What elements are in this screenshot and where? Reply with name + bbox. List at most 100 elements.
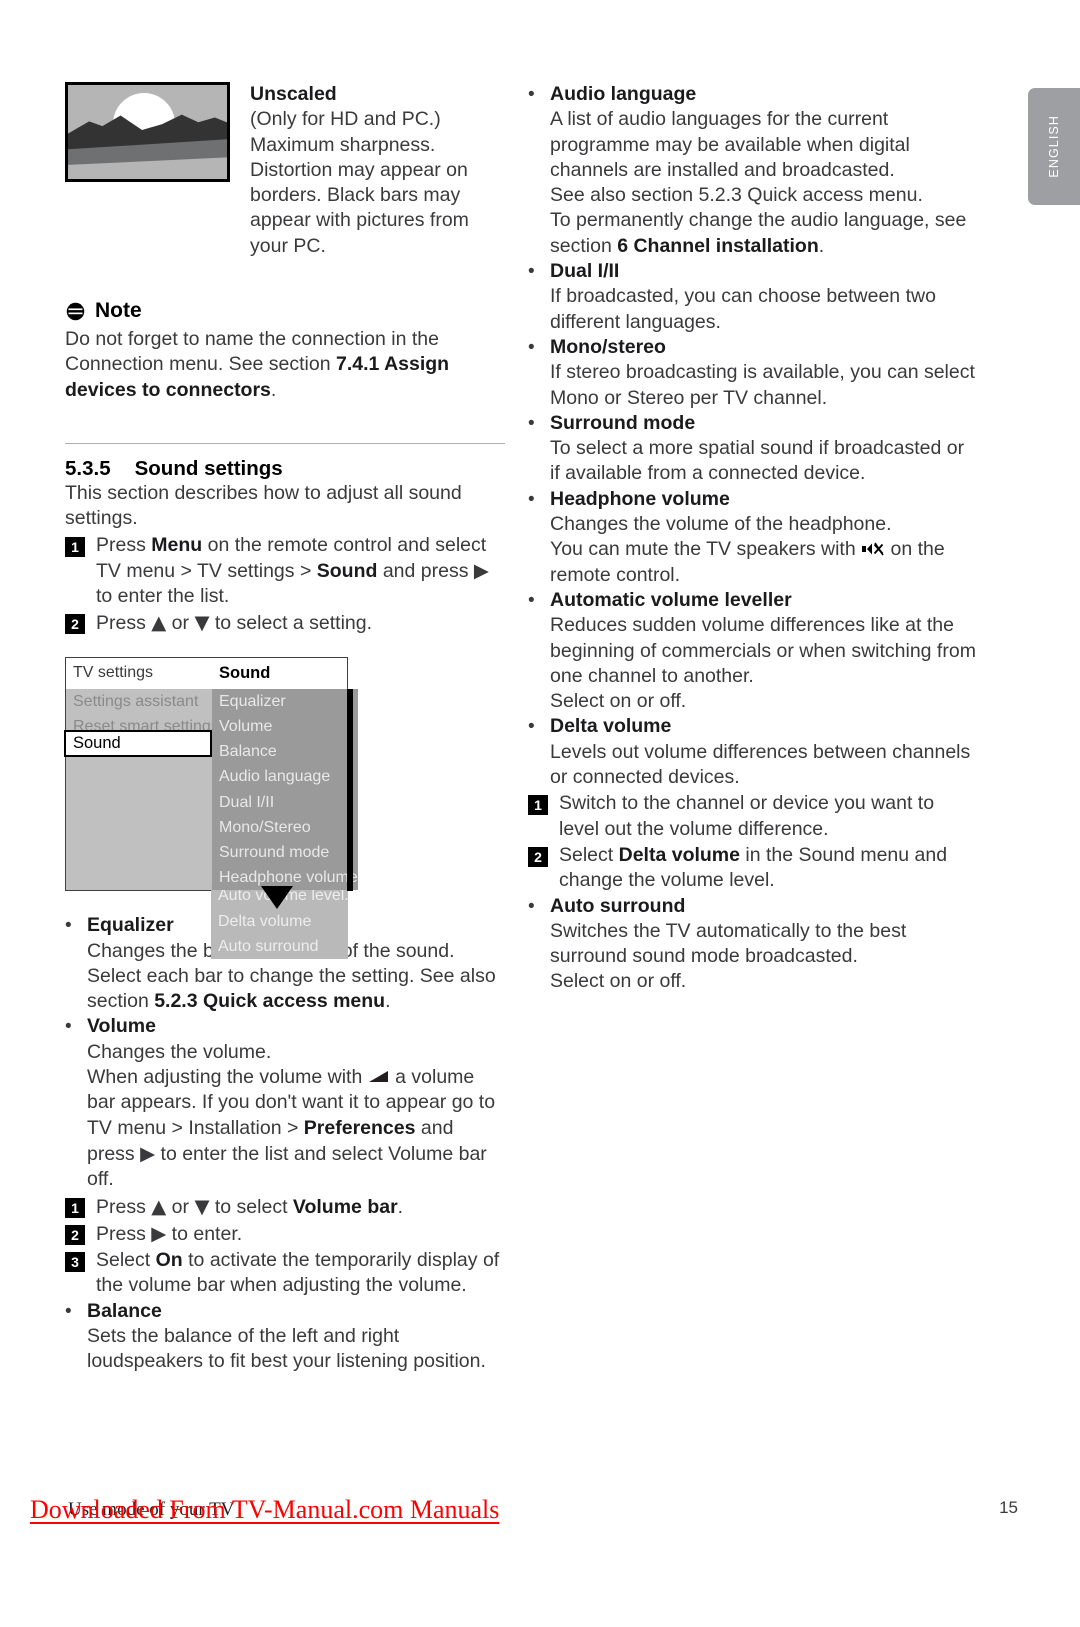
menu-selected-item-sound[interactable]: Sound: [64, 729, 212, 757]
bullet-body: Dual I/II If broadcasted, you can choose…: [550, 259, 978, 335]
step-text-bold-sound: Sound: [316, 559, 378, 582]
tv-settings-menu-mock: x x x x x x x x x Auto volume level... D…: [64, 656, 358, 959]
bullet-text-1: Reduces sudden volume differences like a…: [550, 614, 976, 687]
menu-item-equalizer[interactable]: Equalizer: [212, 688, 358, 714]
bullet-body: Surround mode To select a more spatial s…: [550, 411, 978, 487]
bullet-text: To select a more spatial sound if broadc…: [550, 437, 965, 485]
section-number: 5.3.5: [65, 456, 111, 480]
bullet-text-2: You can mute the TV speakers with on the…: [550, 537, 978, 588]
bullet-body: Audio language A list of audio languages…: [550, 82, 978, 259]
bullet-text-1: Changes the volume of the headphone.: [550, 513, 892, 536]
bullet-body: Delta volume Levels out volume differenc…: [550, 714, 978, 790]
bullet-mono-stereo: • Mono/stereo If stereo broadcasting is …: [528, 335, 978, 411]
bullet-balance: • Balance Sets the balance of the left a…: [65, 1299, 505, 1375]
bullet-text: Levels out volume differences between ch…: [550, 740, 971, 789]
section-divider: [65, 442, 505, 444]
figure-line-5: your PC.: [250, 234, 326, 257]
menu-left-blank-row: [66, 789, 212, 815]
bullet-body: Mono/stereo If stereo broadcasting is av…: [550, 335, 978, 411]
step-text-bold-menu: Menu: [151, 533, 203, 556]
step-text: Select Delta volume in the Sound menu an…: [559, 843, 978, 894]
bullet-body: Headphone volume Changes the volume of t…: [550, 487, 978, 588]
bullet-delta-volume: • Delta volume Levels out volume differe…: [528, 714, 978, 790]
section-step-1: 1 Press Menu on the remote control and s…: [65, 533, 505, 610]
step-text: Press Menu on the remote control and sel…: [96, 533, 505, 610]
menu-item-surround-mode[interactable]: Surround mode: [212, 839, 358, 866]
step-text-bold: Delta volume: [618, 843, 740, 866]
bullet-text-b: .: [385, 990, 391, 1013]
section-heading: 5.3.5 Sound settings: [65, 457, 505, 481]
figure-line-2: Distortion may appear on: [250, 158, 468, 181]
scroll-down-caret-icon: [261, 885, 293, 909]
bullet-text: Sets the balance of the left and right l…: [87, 1325, 486, 1373]
language-tab: ENGLISH: [1028, 88, 1080, 205]
menu-frame: TV settings Sound Settings assistant Res…: [65, 656, 358, 892]
menu-item-dual-i-ii[interactable]: Dual I/II: [212, 789, 358, 815]
bullet-text-2: Select on or off.: [550, 690, 687, 713]
menu-left-blank-row: [66, 814, 212, 840]
step-number-badge: 2: [528, 846, 548, 867]
arrow-up-icon: ▲: [151, 611, 167, 635]
menu-item-settings-assistant[interactable]: Settings assistant: [66, 688, 212, 714]
bullet-dot: •: [528, 488, 535, 510]
menu-item-auto-surround[interactable]: Auto surround: [211, 933, 348, 959]
menu-item-audio-language[interactable]: Audio language: [212, 764, 358, 790]
figure-line-3: borders. Black bars may: [250, 184, 461, 207]
bullet-dot: •: [65, 1016, 72, 1038]
bullet-dual-i-ii: • Dual I/II If broadcasted, you can choo…: [528, 259, 978, 335]
menu-item-delta-volume[interactable]: Delta volume: [211, 908, 348, 934]
step-text-bold: Volume bar: [292, 1195, 398, 1218]
volume-step-3: 3 Select On to activate the temporarily …: [65, 1248, 505, 1299]
menu-scrollbar[interactable]: [346, 688, 353, 891]
menu-item-volume[interactable]: Volume: [212, 713, 358, 740]
mute-icon: [862, 542, 884, 556]
arrow-up-icon: ▲: [151, 1194, 167, 1218]
step-text-a: Select: [96, 1249, 156, 1272]
menu-left-blank-row: [66, 865, 212, 891]
step-text: Press ▲ or ▼ to select a setting.: [96, 610, 505, 636]
step-text-d: .: [397, 1195, 404, 1218]
figure-row: Unscaled (Only for HD and PC.) Maximum s…: [65, 82, 505, 259]
arrow-right-icon: ▶: [140, 1141, 156, 1165]
bullet-line-1: Changes the volume.: [87, 1040, 272, 1063]
bullet-body: Automatic volume leveller Reduces sudden…: [550, 588, 978, 714]
step-text-b: to enter.: [166, 1222, 243, 1245]
bullet-dot: •: [528, 261, 535, 283]
bullet-title: Balance: [87, 1299, 162, 1322]
bullet-body: Volume Changes the volume. When adjustin…: [87, 1014, 505, 1192]
step-number-badge: 1: [65, 1197, 85, 1218]
step-text: Select On to activate the temporarily di…: [96, 1248, 505, 1299]
bullet-text-bold: Preferences: [303, 1116, 416, 1139]
bullet-text-1: A list of audio languages for the curren…: [550, 108, 910, 181]
bullet-title: Delta volume: [550, 715, 672, 738]
step-text-a: Press: [96, 612, 152, 635]
menu-right-column: Equalizer Volume Balance Audio language …: [212, 688, 358, 891]
figure-line-0: (Only for HD and PC.): [250, 108, 441, 131]
step-text-bold: On: [155, 1249, 183, 1272]
figure-caption: Unscaled (Only for HD and PC.) Maximum s…: [250, 82, 505, 259]
figure-line-4: appear with pictures from: [250, 209, 469, 232]
bullet-body: Balance Sets the balance of the left and…: [87, 1299, 505, 1375]
step-text-b: or: [166, 1195, 195, 1218]
step-text-d: to enter the list.: [96, 585, 230, 608]
bullet-text-b: .: [818, 234, 825, 257]
note-text-2: .: [270, 378, 277, 401]
bullet-line-2: When adjusting the volume with a volume …: [87, 1065, 505, 1192]
bullet-text-1: Switches the TV automatically to the bes…: [550, 919, 907, 968]
manual-page: ENGLISH Unscaled (Only for HD and PC.) M…: [0, 0, 1080, 1627]
bullet-text-a: When adjusting the volume with: [87, 1066, 368, 1089]
step-text-c: to select: [209, 1195, 293, 1218]
menu-item-balance[interactable]: Balance: [212, 739, 358, 765]
section-title: Sound settings: [134, 456, 283, 480]
menu-left-blank-row: [66, 839, 212, 866]
tv-picture-format-thumbnail: [65, 82, 230, 182]
bullet-text-bold: 6 Channel installation: [617, 234, 819, 257]
page-number: 15: [999, 1498, 1018, 1517]
menu-item-mono-stereo[interactable]: Mono/Stereo: [212, 814, 358, 840]
language-tab-label: ENGLISH: [1047, 115, 1061, 178]
delta-volume-step-1: 1 Switch to the channel or device you wa…: [528, 791, 978, 842]
arrow-down-icon: ▼: [194, 1194, 210, 1218]
bullet-text-bold: 5.2.3 Quick access menu: [154, 990, 386, 1013]
step-text-b: or: [166, 612, 195, 635]
bullet-dot: •: [65, 1300, 72, 1322]
